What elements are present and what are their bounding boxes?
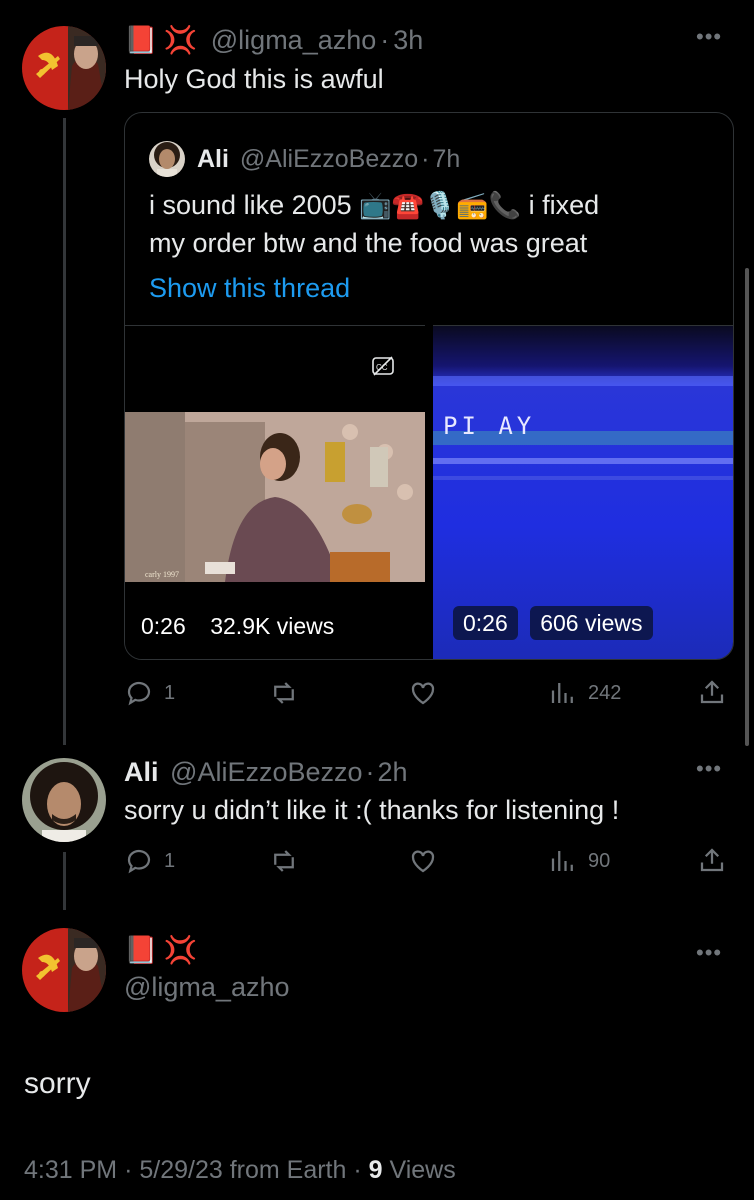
tweet3-meta: 4:31 PM · 5/29/23 from Earth · 9 Views	[24, 1153, 456, 1187]
scrollbar[interactable]	[745, 268, 749, 746]
share-icon[interactable]	[697, 676, 727, 708]
avatar-ali[interactable]	[22, 758, 106, 842]
tweet1-header: 📕 💢 @ligma_azho · 3h	[124, 22, 423, 58]
book-emoji: 📕	[124, 25, 158, 55]
video2-overlay-text: PI AY	[443, 412, 536, 440]
avatar-ligma-focused[interactable]	[22, 928, 106, 1012]
video2-duration: 0:26	[453, 606, 518, 640]
video2-meta: 0:26 606 views	[453, 606, 653, 640]
tweet3-views-count[interactable]: 9	[369, 1156, 383, 1184]
quote-line1-a: i sound like 2005	[149, 190, 352, 220]
tweet2-reply-count: 1	[164, 850, 176, 872]
show-thread-link[interactable]: Show this thread	[149, 270, 350, 306]
book-emoji-2: 📕	[124, 935, 158, 965]
video1-duration: 0:26	[141, 613, 186, 639]
meta-sep-1: ·	[124, 1156, 140, 1184]
video1-frame: carly 1997	[125, 412, 425, 582]
quote-emojis: 📺☎️🎙️📻📞	[359, 190, 522, 220]
tweet2-like-icon[interactable]	[408, 846, 438, 876]
like-icon[interactable]	[408, 678, 438, 708]
video1-views: 32.9K views	[210, 613, 335, 639]
meta-sep-2: ·	[353, 1156, 369, 1184]
video1-meta: 0:26 32.9K views	[141, 613, 334, 640]
tweet1-handle[interactable]: @ligma_azho	[211, 25, 377, 55]
tweet3-display-name: 📕 💢	[124, 932, 197, 968]
anger-emoji-2: 💢	[163, 935, 198, 965]
tweet2-share-icon[interactable]	[697, 844, 727, 876]
quote-text-line2: my order btw and the food was great	[149, 228, 588, 258]
tweet2-author-name[interactable]: Ali	[124, 757, 159, 787]
quote-time: 7h	[432, 145, 461, 173]
anger-emoji: 💢	[163, 25, 198, 55]
tweet2-header: Ali @AliEzzoBezzo · 2h	[124, 754, 408, 790]
reply-icon[interactable]	[124, 678, 154, 708]
tweet2-sep: ·	[365, 757, 375, 787]
video1-watermark: carly 1997	[145, 570, 179, 579]
tweet3-text: sorry	[24, 1067, 91, 1100]
quote-author-name[interactable]: Ali	[197, 145, 229, 173]
tweet1-sep: ·	[380, 25, 390, 55]
quote-author-handle: @AliEzzoBezzo	[239, 145, 419, 173]
quote-card[interactable]: Ali @AliEzzoBezzo · 7h i sound like 2005 📺…	[124, 112, 734, 660]
tweet1-time[interactable]: 3h	[393, 25, 423, 55]
quote-text-line1: i sound like 2005 📺☎️🎙️📻📞 i fixed	[149, 187, 599, 223]
tweet2-reply-icon[interactable]	[124, 846, 154, 876]
tweet2-time[interactable]: 2h	[378, 757, 408, 787]
tweet1-reply-count: 1	[164, 682, 176, 704]
tweet2-views-count: 90	[588, 850, 611, 872]
video-thumbnail-2[interactable]: PI AY 0:26 606 views	[433, 325, 733, 659]
tweet2-text: sorry u didn’t like it :( thanks for lis…	[124, 795, 620, 825]
thread-connector-line-2	[63, 852, 66, 910]
tweet2-views-icon[interactable]	[548, 846, 578, 876]
quote-header: Ali @AliEzzoBezzo · 7h	[197, 143, 460, 175]
tweet3-more-icon[interactable]: •••	[696, 940, 722, 966]
video-thumbnail-1[interactable]: CC carly 1997 0:26 32.	[125, 325, 425, 659]
avatar-ligma[interactable]	[22, 26, 106, 110]
tweet2-handle[interactable]: @AliEzzoBezzo	[170, 757, 362, 787]
cc-icon[interactable]: CC	[371, 354, 395, 383]
tweet3-handle[interactable]: @ligma_azho	[124, 969, 290, 1005]
thread-connector-line	[63, 118, 66, 745]
quote-avatar	[149, 141, 185, 177]
views-icon[interactable]	[548, 678, 578, 708]
tweet3-views-label: Views	[382, 1156, 456, 1184]
quote-line1-b: i fixed	[528, 190, 600, 220]
tweet2-retweet-icon[interactable]	[268, 846, 300, 876]
tweet1-views-count: 242	[588, 682, 622, 704]
quote-sep: ·	[421, 145, 430, 173]
tweet1-text: Holy God this is awful	[124, 64, 384, 94]
tweet3-time: 4:31 PM	[24, 1156, 118, 1184]
tweet3-date-source: 5/29/23 from Earth	[139, 1156, 347, 1184]
tweet2-more-icon[interactable]: •••	[696, 756, 722, 782]
retweet-icon[interactable]	[268, 678, 300, 708]
video2-views: 606 views	[530, 606, 653, 640]
tweet1-more-icon[interactable]: •••	[696, 24, 722, 50]
